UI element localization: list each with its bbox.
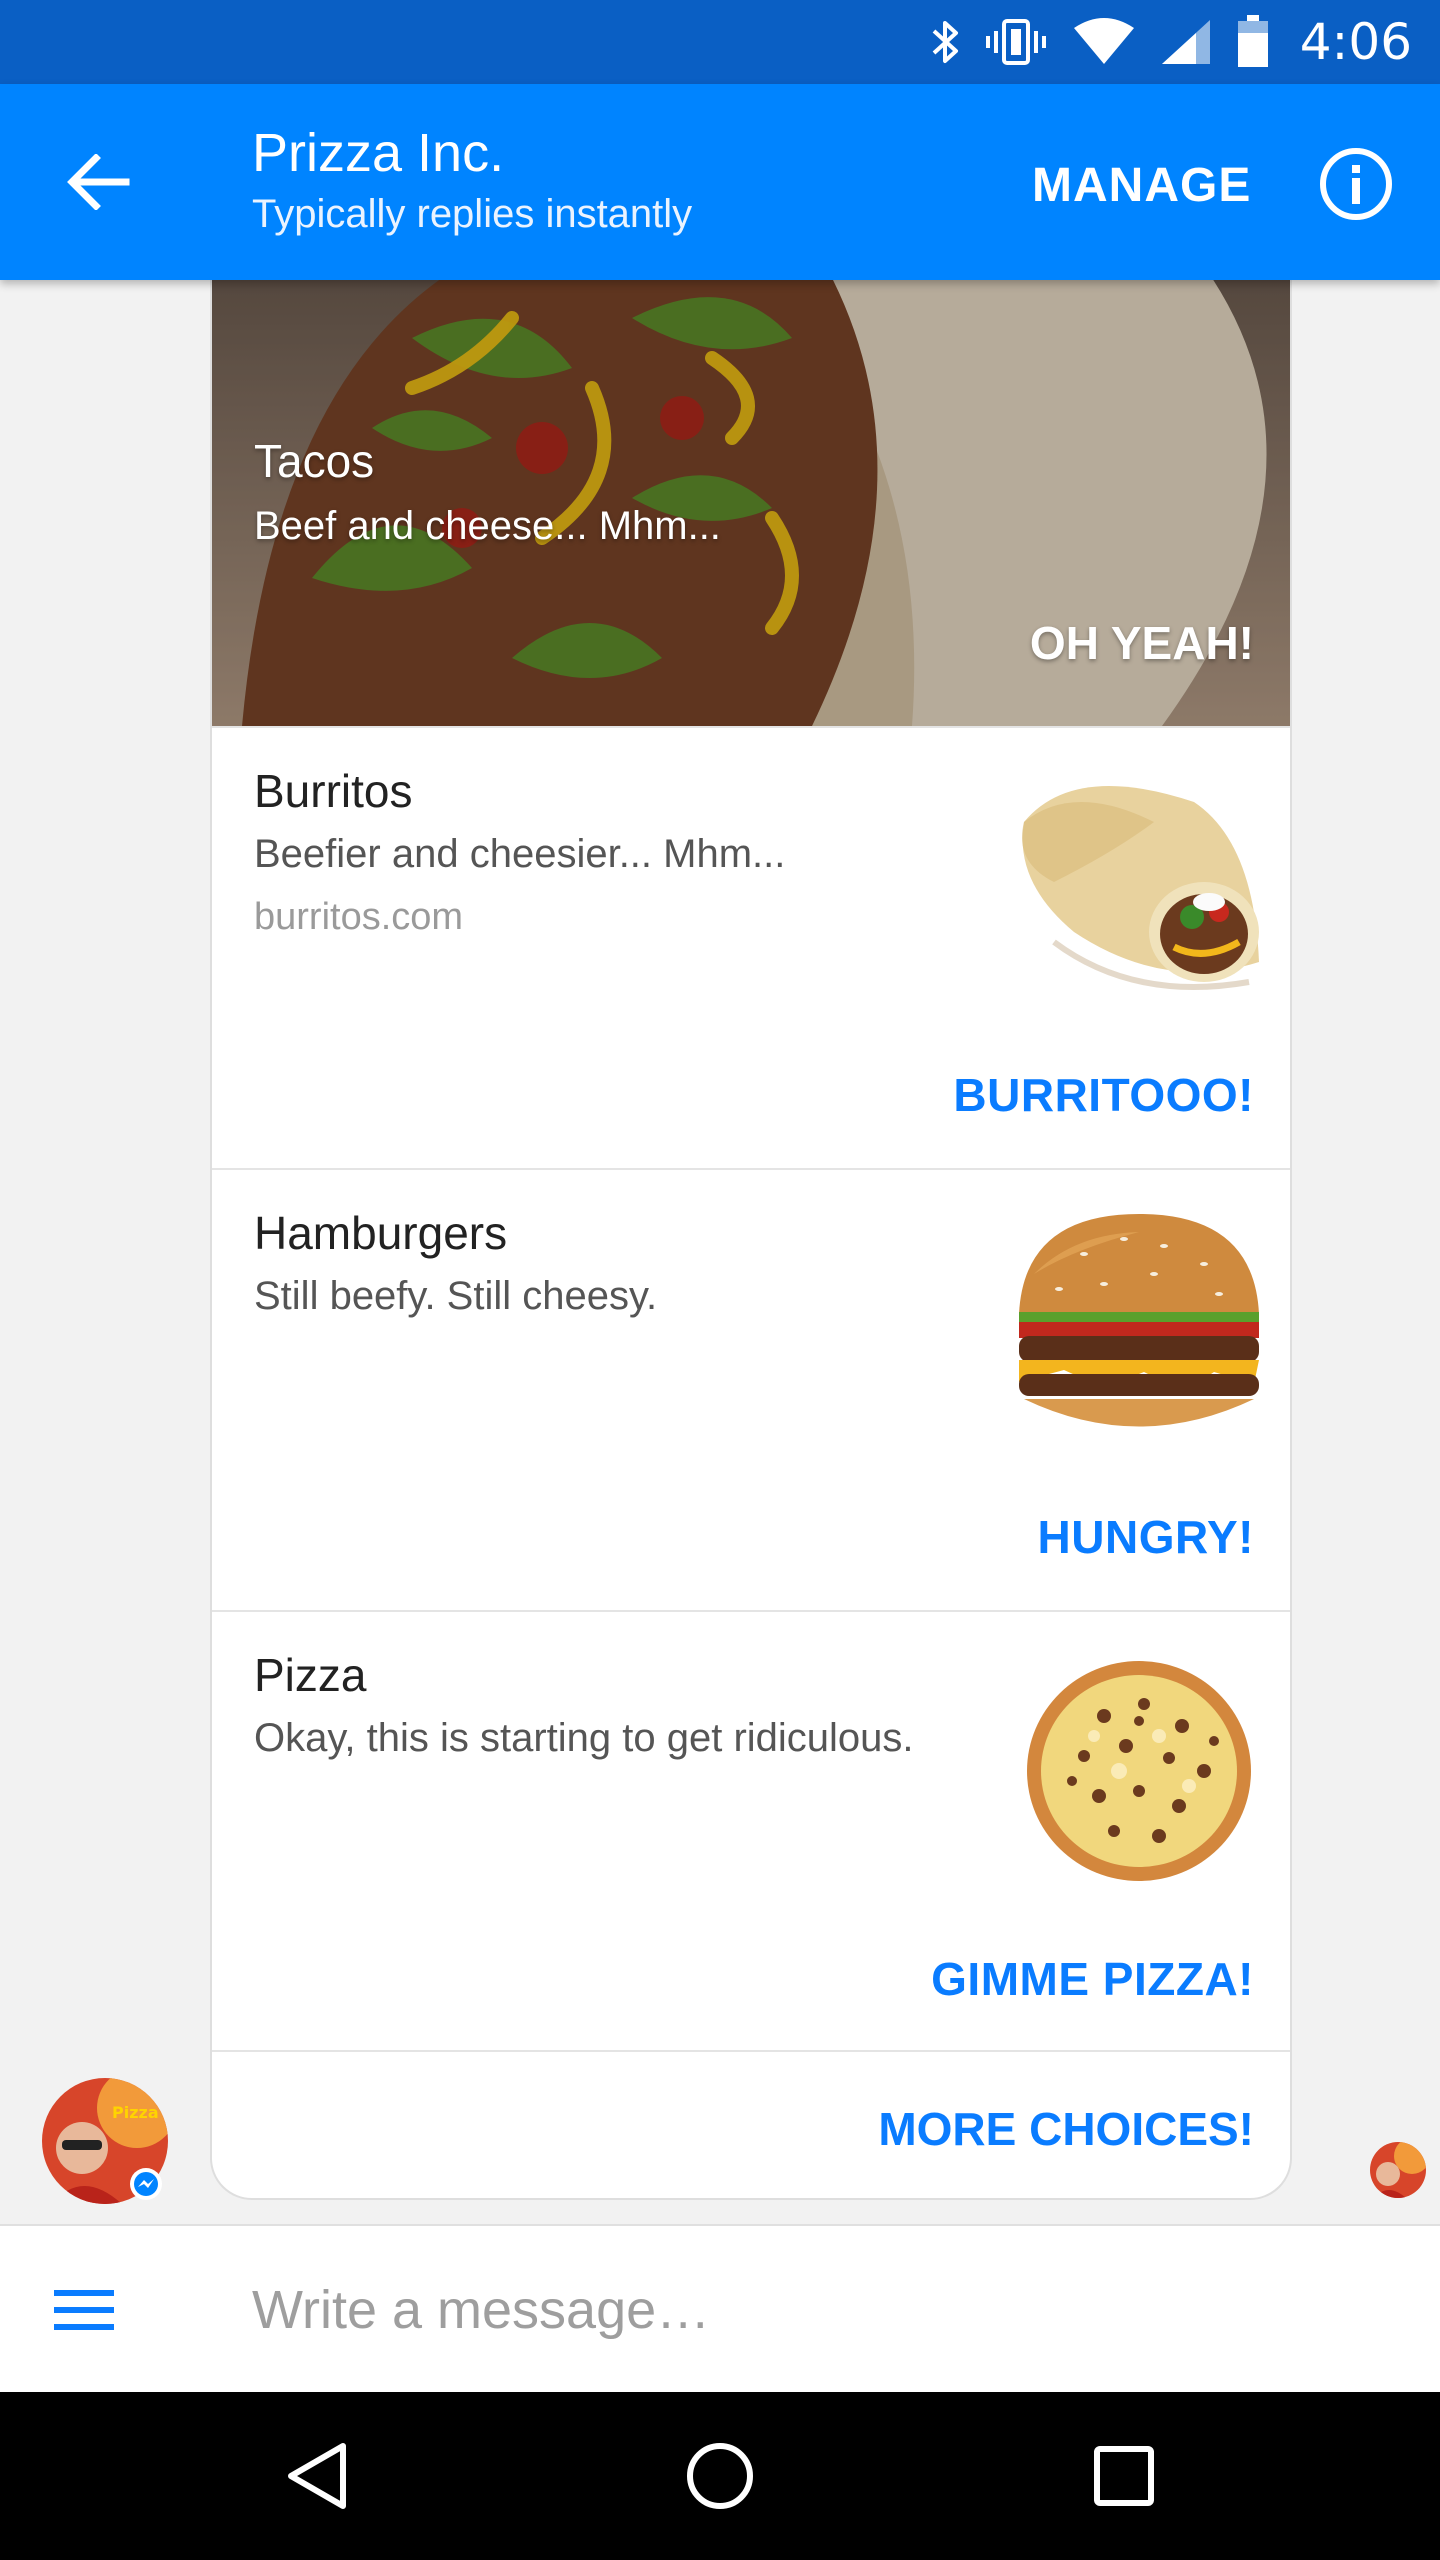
hero-card-tacos[interactable]: Tacos Beef and cheese... Mhm... OH YEAH! bbox=[212, 280, 1290, 726]
app-bar: Prizza Inc. Typically replies instantly … bbox=[0, 84, 1440, 280]
menu-icon[interactable] bbox=[46, 2272, 122, 2348]
more-choices-button[interactable]: MORE CHOICES! bbox=[878, 2102, 1254, 2156]
pizza-image bbox=[1014, 1646, 1264, 1896]
item-title: Burritos bbox=[254, 765, 413, 817]
burritooo-button[interactable]: BURRITOOO! bbox=[953, 1068, 1254, 1122]
list-item-pizza[interactable]: Pizza Okay, this is starting to get ridi… bbox=[212, 1610, 1290, 2052]
hungry-button[interactable]: HUNGRY! bbox=[1038, 1510, 1254, 1564]
read-receipt-avatar bbox=[1370, 2142, 1426, 2198]
info-icon[interactable] bbox=[1318, 146, 1394, 222]
avatar[interactable]: Pizza bbox=[42, 2078, 168, 2204]
wifi-icon bbox=[1073, 18, 1134, 64]
status-bar: 4:06 bbox=[0, 0, 1440, 84]
signal-icon bbox=[1161, 20, 1210, 64]
message-input[interactable] bbox=[252, 2262, 1372, 2358]
item-title: Pizza bbox=[254, 1649, 367, 1701]
burrito-image bbox=[1014, 762, 1264, 1012]
list-item-hamburgers[interactable]: Hamburgers Still beefy. Still cheesy. HU… bbox=[212, 1168, 1290, 1610]
back-triangle-icon[interactable] bbox=[270, 2430, 362, 2522]
hero-subtitle: Beef and cheese... Mhm... bbox=[254, 504, 721, 548]
hero-title: Tacos bbox=[254, 435, 375, 487]
item-url[interactable]: burritos.com bbox=[254, 896, 463, 939]
system-nav-bar bbox=[0, 2392, 1440, 2560]
battery-icon bbox=[1237, 15, 1268, 67]
item-subtitle: Okay, this is starting to get ridiculous… bbox=[254, 1716, 914, 1760]
status-time: 4:06 bbox=[1299, 13, 1412, 71]
home-circle-icon[interactable] bbox=[674, 2430, 766, 2522]
bluetooth-icon bbox=[932, 21, 958, 63]
item-subtitle: Beefier and cheesier... Mhm... bbox=[254, 832, 786, 876]
card-list: Tacos Beef and cheese... Mhm... OH YEAH!… bbox=[210, 280, 1292, 2200]
message-composer bbox=[0, 2224, 1440, 2392]
page-title[interactable]: Prizza Inc. bbox=[252, 122, 504, 184]
item-title: Hamburgers bbox=[254, 1207, 508, 1259]
recents-square-icon[interactable] bbox=[1078, 2430, 1170, 2522]
oh-yeah-button[interactable]: OH YEAH! bbox=[1030, 616, 1254, 670]
more-choices-row[interactable]: MORE CHOICES! bbox=[212, 2050, 1290, 2198]
list-item-burritos[interactable]: Burritos Beefier and cheesier... Mhm... … bbox=[212, 726, 1290, 1168]
svg-text:Pizza: Pizza bbox=[112, 2103, 159, 2122]
gimme-pizza-button[interactable]: GIMME PIZZA! bbox=[931, 1952, 1254, 2006]
chat-area[interactable]: Tacos Beef and cheese... Mhm... OH YEAH!… bbox=[0, 280, 1440, 2224]
vibrate-icon bbox=[985, 19, 1046, 65]
page-subtitle: Typically replies instantly bbox=[252, 192, 693, 236]
item-subtitle: Still beefy. Still cheesy. bbox=[254, 1274, 658, 1318]
hamburger-image bbox=[1014, 1204, 1264, 1454]
status-icons: 4:06 bbox=[930, 0, 1412, 84]
manage-button[interactable]: MANAGE bbox=[1032, 150, 1251, 220]
arrow-back-icon[interactable] bbox=[58, 142, 138, 222]
